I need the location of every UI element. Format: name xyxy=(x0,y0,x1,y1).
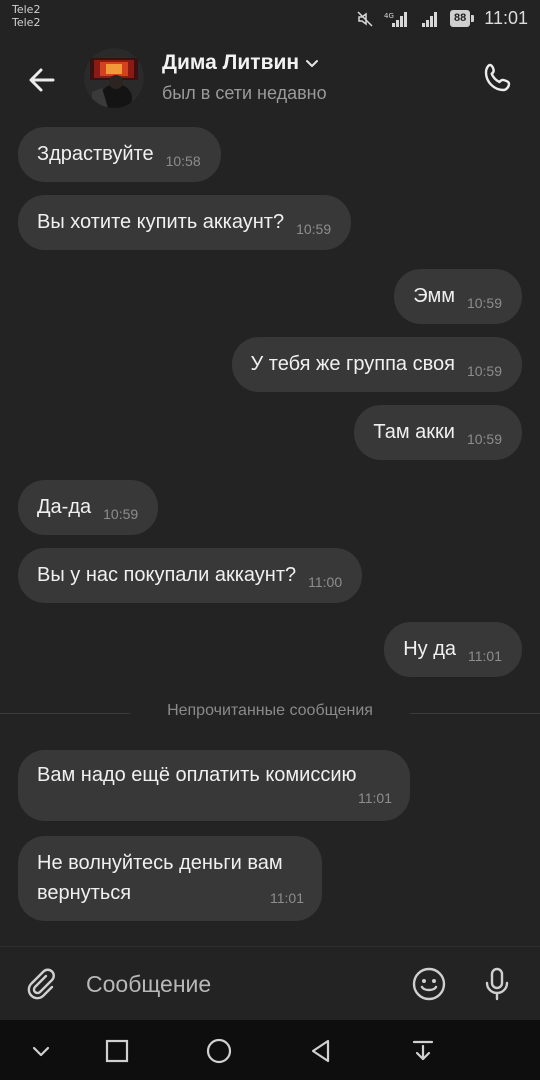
message-text: Там акки xyxy=(373,421,455,443)
message-time: 10:59 xyxy=(103,506,139,522)
avatar[interactable] xyxy=(84,48,144,108)
message-time: 11:01 xyxy=(270,890,304,906)
message-text: Да-да xyxy=(37,496,92,518)
square-icon xyxy=(105,1039,129,1063)
unread-divider: Непрочитанные сообщения xyxy=(0,702,540,726)
chevron-down-icon xyxy=(306,60,319,67)
network-label: 4G xyxy=(384,12,394,20)
message-out[interactable]: Ну да 11:01 xyxy=(384,622,522,677)
message-input[interactable] xyxy=(86,965,386,1003)
message-time: 10:59 xyxy=(466,295,502,311)
message-in[interactable]: Да-да 10:59 xyxy=(18,480,159,535)
message-time: 11:01 xyxy=(468,648,502,664)
message-out[interactable]: У тебя же группа своя 10:59 xyxy=(231,337,522,392)
status-icons: 4G 88 11:01 xyxy=(356,8,528,29)
chat-header: Дима Литвин был в сети недавно xyxy=(0,38,540,120)
message-text: Ну да xyxy=(403,638,456,660)
message-text: Не волнуйтесь деньги вам вернуться xyxy=(37,852,283,904)
notification-pulldown-button[interactable] xyxy=(400,1028,446,1074)
message-in[interactable]: Вы хотите купить аккаунт? 10:59 xyxy=(18,195,352,250)
battery-icon: 88 xyxy=(450,10,475,27)
message-out[interactable]: Там акки 10:59 xyxy=(354,405,522,460)
message-time: 10:59 xyxy=(466,431,502,447)
message-in[interactable]: Вам надо ещё оплатить комиссию 11:01 xyxy=(18,750,410,821)
triangle-back-icon xyxy=(311,1039,330,1063)
message-text: Эмм xyxy=(413,285,455,307)
message-text: Здраствуйте xyxy=(37,143,154,165)
phone-icon xyxy=(484,63,511,92)
back-nav-button[interactable] xyxy=(298,1028,344,1074)
carrier-1: Tele2 xyxy=(12,3,41,16)
mute-icon xyxy=(356,10,374,28)
message-time: 10:58 xyxy=(165,153,201,169)
home-button[interactable] xyxy=(196,1028,242,1074)
back-button[interactable] xyxy=(20,58,64,102)
hide-nav-button[interactable] xyxy=(18,1028,64,1074)
paperclip-icon xyxy=(27,968,55,1000)
emoji-button[interactable] xyxy=(406,961,452,1007)
message-composer xyxy=(0,946,540,1020)
message-in[interactable]: Не волнуйтесь деньги вам вернуться 11:01 xyxy=(18,836,322,921)
message-text: Вам надо ещё оплатить комиссию xyxy=(37,764,357,786)
message-time: 10:59 xyxy=(296,221,332,237)
signal-4g-icon: 4G xyxy=(384,10,410,28)
message-text: Вы у нас покупали аккаунт? xyxy=(37,564,297,586)
chat-screen: Tele2 Tele2 4G 88 11:01 Дима Литвин был … xyxy=(0,0,540,1080)
microphone-icon xyxy=(485,967,509,1001)
attach-button[interactable] xyxy=(18,961,64,1007)
unread-divider-label: Непрочитанные сообщения xyxy=(167,702,373,719)
carrier-labels: Tele2 Tele2 xyxy=(12,3,40,29)
contact-name-button[interactable]: Дима Литвин xyxy=(162,51,319,75)
status-time: 11:01 xyxy=(484,8,528,28)
recents-button[interactable] xyxy=(94,1028,140,1074)
contact-name: Дима Литвин xyxy=(162,51,300,74)
message-in[interactable]: Вы у нас покупали аккаунт? 11:00 xyxy=(18,548,363,603)
message-in[interactable]: Здраствуйте 10:58 xyxy=(18,127,221,182)
battery-level: 88 xyxy=(450,10,471,27)
contact-status: был в сети недавно xyxy=(162,83,327,103)
status-bar: Tele2 Tele2 4G 88 11:01 xyxy=(0,0,540,38)
message-out[interactable]: Эмм 10:59 xyxy=(394,269,522,324)
message-time: 11:01 xyxy=(358,790,392,806)
signal-icon xyxy=(420,10,440,28)
call-button[interactable] xyxy=(476,56,520,100)
message-text: У тебя же группа своя xyxy=(250,353,455,375)
circle-icon xyxy=(206,1038,232,1064)
message-list[interactable]: Здраствуйте 10:58 Вы хотите купить аккаун… xyxy=(0,124,540,944)
chevron-down-icon xyxy=(32,1046,50,1057)
system-nav-bar xyxy=(0,1020,540,1080)
avatar-image xyxy=(84,48,144,108)
mic-button[interactable] xyxy=(474,961,520,1007)
message-time: 10:59 xyxy=(466,363,502,379)
smiley-icon xyxy=(412,967,446,1001)
pull-down-icon xyxy=(412,1040,434,1061)
carrier-2: Tele2 xyxy=(12,16,41,29)
message-text: Вы хотите купить аккаунт? xyxy=(37,211,285,233)
message-time: 11:00 xyxy=(308,574,343,590)
arrow-left-icon xyxy=(29,68,55,92)
